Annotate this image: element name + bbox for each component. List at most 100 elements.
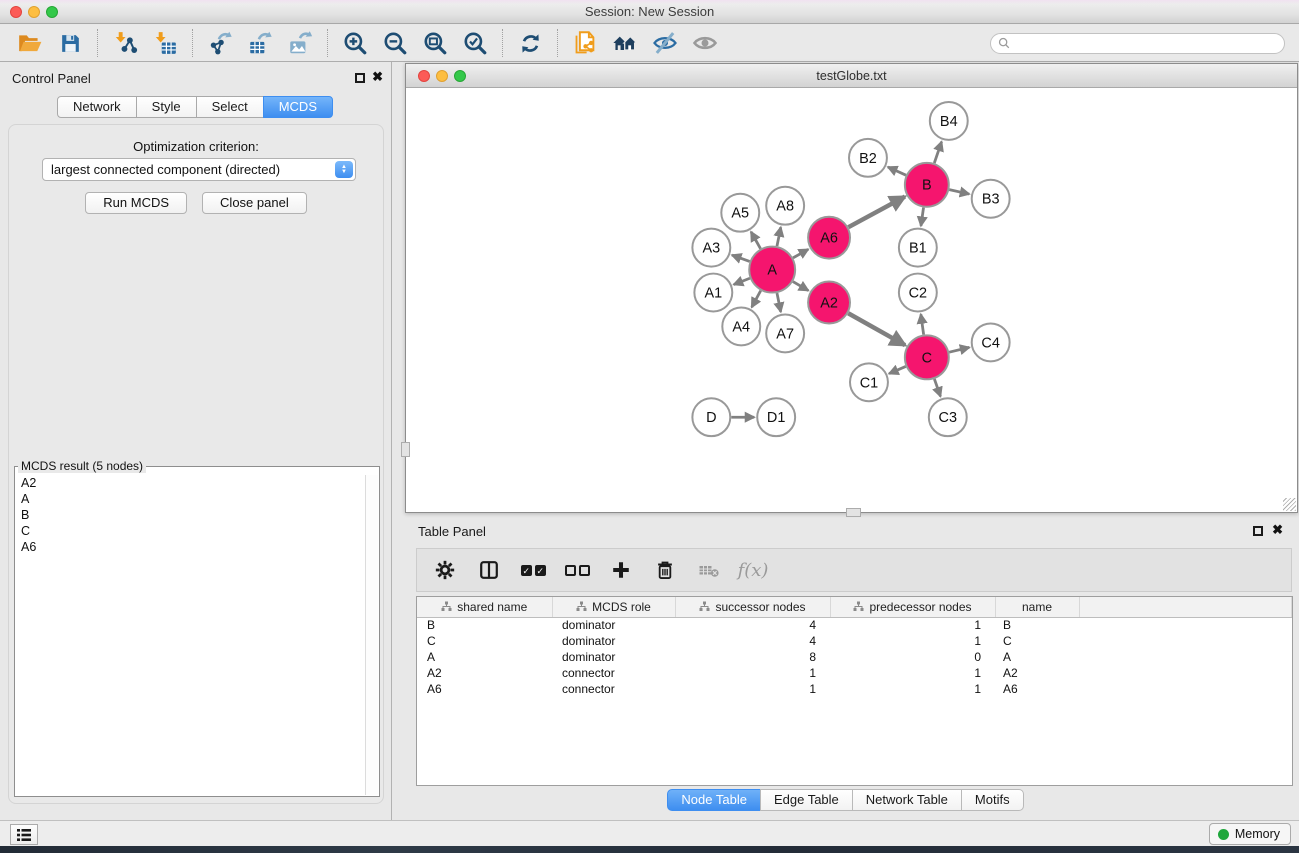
mcds-result-item[interactable]: A6 [16, 539, 365, 555]
table-cell[interactable]: connector [552, 681, 675, 697]
select-all-columns-button[interactable]: ✓✓ [515, 552, 551, 588]
show-columns-button[interactable] [471, 552, 507, 588]
criterion-select[interactable]: largest connected component (directed) ▲… [42, 158, 356, 181]
table-cell[interactable]: dominator [552, 633, 675, 649]
export-table-button[interactable] [240, 27, 280, 59]
table-cell[interactable]: connector [552, 665, 675, 681]
graph-edge-B-B3[interactable] [949, 190, 969, 194]
table-row[interactable]: Cdominator41C [417, 633, 1292, 649]
graph-node-A3[interactable]: A3 [692, 229, 730, 267]
search-field[interactable] [990, 33, 1285, 54]
table-settings-button[interactable] [427, 552, 463, 588]
graph-node-A6[interactable]: A6 [808, 217, 850, 259]
table-cell[interactable]: C [995, 633, 1079, 649]
graph-node-A4[interactable]: A4 [722, 307, 760, 345]
tab-node-table[interactable]: Node Table [667, 789, 761, 811]
table-cell[interactable]: A6 [995, 681, 1079, 697]
show-all-button[interactable] [685, 27, 725, 59]
network-zoom-button[interactable] [454, 70, 466, 82]
network-minimize-button[interactable] [436, 70, 448, 82]
graph-node-A1[interactable]: A1 [694, 274, 732, 312]
graph-edge-A2-C[interactable] [848, 313, 905, 345]
table-cell[interactable]: 1 [830, 665, 995, 681]
graph-edge-C-C3[interactable] [934, 379, 940, 396]
graph-node-B[interactable]: B [905, 163, 949, 207]
close-panel-button[interactable]: Close panel [202, 192, 307, 214]
table-cell[interactable]: 1 [830, 633, 995, 649]
open-session-button[interactable] [10, 27, 50, 59]
network-window-titlebar[interactable]: testGlobe.txt [406, 64, 1297, 88]
float-table-panel-icon[interactable] [1253, 526, 1263, 536]
mcds-result-item[interactable]: C [16, 523, 365, 539]
memory-button[interactable]: Memory [1209, 823, 1291, 845]
zoom-in-button[interactable] [335, 27, 375, 59]
table-row[interactable]: Adominator80A [417, 649, 1292, 665]
graph-edge-B-B2[interactable] [888, 167, 906, 175]
tab-mcds[interactable]: MCDS [263, 96, 333, 118]
graph-node-B2[interactable]: B2 [849, 139, 887, 177]
add-column-button[interactable] [603, 552, 639, 588]
tab-select[interactable]: Select [196, 96, 264, 118]
float-panel-icon[interactable] [355, 73, 365, 83]
table-cell[interactable]: 1 [830, 681, 995, 697]
mcds-result-item[interactable]: B [16, 507, 365, 523]
table-cell[interactable]: 4 [675, 617, 830, 633]
table-row[interactable]: Bdominator41B [417, 617, 1292, 633]
zoom-out-button[interactable] [375, 27, 415, 59]
save-session-button[interactable] [50, 27, 90, 59]
graph-edge-C-C4[interactable] [949, 347, 969, 352]
graph-edge-A6-B[interactable] [848, 197, 904, 228]
graph-edge-C-C1[interactable] [889, 366, 906, 373]
select-spinner-icon[interactable]: ▲▼ [335, 161, 353, 178]
mcds-result-item[interactable]: A [16, 491, 365, 507]
home-button[interactable] [605, 27, 645, 59]
column-header-shared-name[interactable]: shared name [417, 597, 552, 617]
tab-network-table[interactable]: Network Table [852, 789, 962, 811]
graph-node-C1[interactable]: C1 [850, 363, 888, 401]
tab-network[interactable]: Network [57, 96, 137, 118]
left-divider-grip[interactable] [401, 442, 410, 457]
graph-edge-A-A3[interactable] [732, 255, 750, 261]
graph-node-B3[interactable]: B3 [972, 180, 1010, 218]
column-header-name[interactable]: name [995, 597, 1079, 617]
mcds-result-scrollbar[interactable] [365, 475, 378, 795]
graph-edge-A-A2[interactable] [793, 282, 808, 291]
graph-edge-A-A7[interactable] [777, 293, 781, 312]
export-network-button[interactable] [200, 27, 240, 59]
table-cell[interactable]: 1 [830, 617, 995, 633]
column-header-predecessor-nodes[interactable]: predecessor nodes [830, 597, 995, 617]
refresh-layout-button[interactable] [510, 27, 550, 59]
graph-node-A[interactable]: A [749, 247, 795, 293]
graph-edge-A-A6[interactable] [793, 249, 808, 258]
table-cell[interactable]: B [995, 617, 1079, 633]
delete-column-button[interactable] [647, 552, 683, 588]
table-cell[interactable]: A2 [995, 665, 1079, 681]
graph-node-A2[interactable]: A2 [808, 282, 850, 324]
graph-node-A8[interactable]: A8 [766, 187, 804, 225]
table-row[interactable]: A6connector11A6 [417, 681, 1292, 697]
table-cell[interactable]: A6 [417, 681, 552, 697]
graph-node-C3[interactable]: C3 [929, 398, 967, 436]
table-cell[interactable]: dominator [552, 649, 675, 665]
function-builder-button[interactable]: f(x) [735, 552, 771, 588]
close-table-panel-icon[interactable]: ✖ [1272, 523, 1283, 537]
table-cell[interactable]: B [417, 617, 552, 633]
graph-edge-C-C2[interactable] [921, 314, 924, 334]
tab-style[interactable]: Style [136, 96, 197, 118]
graph-node-B4[interactable]: B4 [930, 102, 968, 140]
clear-table-button[interactable] [691, 552, 727, 588]
export-image-button[interactable] [280, 27, 320, 59]
table-cell[interactable]: 1 [675, 665, 830, 681]
graph-edge-A-A5[interactable] [751, 232, 760, 249]
tab-motifs[interactable]: Motifs [961, 789, 1024, 811]
run-mcds-button[interactable]: Run MCDS [85, 192, 187, 214]
table-cell[interactable]: A [417, 649, 552, 665]
graph-node-A7[interactable]: A7 [766, 314, 804, 352]
window-resize-grip[interactable] [1283, 498, 1296, 511]
bottom-divider-grip[interactable] [846, 508, 861, 517]
tab-edge-table[interactable]: Edge Table [760, 789, 853, 811]
hide-selected-button[interactable] [645, 27, 685, 59]
graph-node-D1[interactable]: D1 [757, 398, 795, 436]
graph-node-C2[interactable]: C2 [899, 274, 937, 312]
graph-edge-A-A4[interactable] [752, 291, 761, 308]
